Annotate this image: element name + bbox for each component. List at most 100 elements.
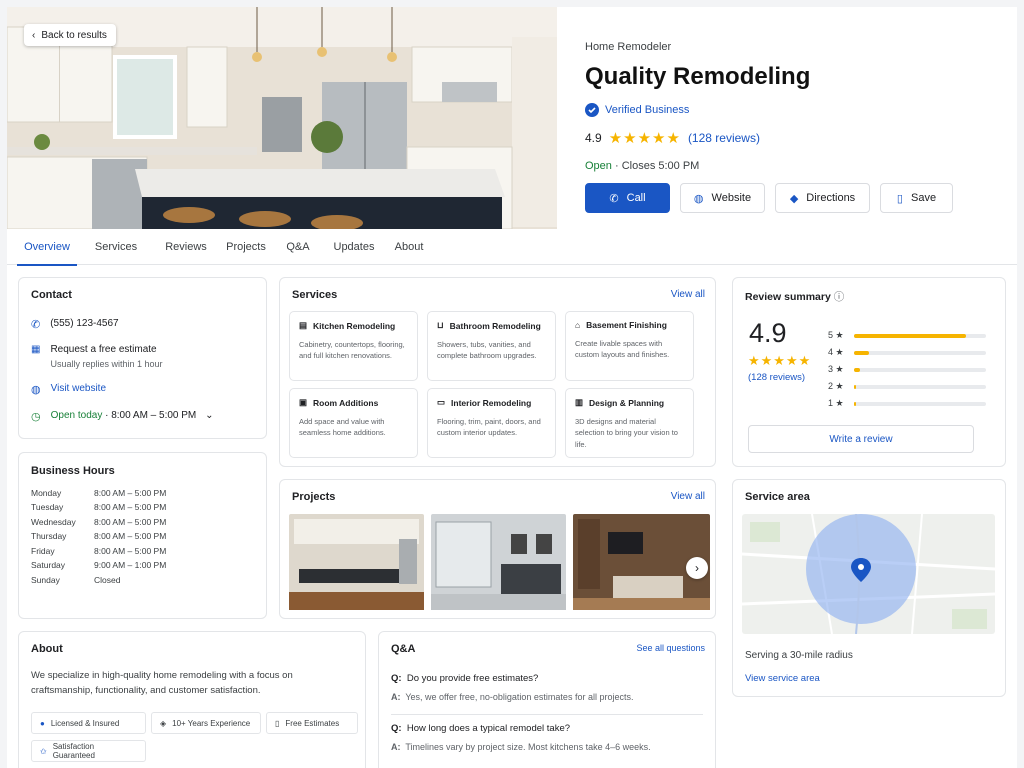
tab-qa[interactable]: Q&A bbox=[283, 229, 313, 265]
service-name: Design & Planning bbox=[589, 397, 665, 408]
chevron-down-icon: ⌄ bbox=[205, 410, 214, 421]
document-icon: ▯ bbox=[275, 718, 280, 728]
contact-website-row[interactable]: ◍ Visit website bbox=[31, 383, 106, 396]
badge-satisfaction: ✩ Satisfaction Guaranteed bbox=[31, 740, 146, 762]
star-badge-icon: ✩ bbox=[40, 746, 47, 756]
business-hours-card: Business Hours Monday 8:00 AM – 5:00 PM T… bbox=[18, 452, 267, 619]
estimate-label: Request a free estimate bbox=[50, 344, 157, 355]
rating-bar-fill bbox=[853, 384, 857, 389]
service-tile[interactable]: ▥ Design & Planning 3D designs and materia… bbox=[565, 388, 694, 458]
hero-photo: ‹ Back to results bbox=[7, 7, 557, 229]
phone-icon: ✆ bbox=[609, 192, 619, 205]
reviews-link[interactable]: (128 reviews) bbox=[688, 131, 760, 145]
time: 9:00 AM – 1:00 PM bbox=[94, 560, 167, 570]
hours-title: Business Hours bbox=[31, 465, 115, 477]
info-icon: ⓘ bbox=[833, 291, 845, 303]
back-label: Back to results bbox=[41, 29, 107, 41]
paint-roller-icon: ▭ bbox=[437, 397, 446, 407]
rating-bar-row: 1 ★ bbox=[828, 398, 986, 409]
open-status: Open · Closes 5:00 PM bbox=[585, 160, 1005, 172]
review-count-link[interactable]: (128 reviews) bbox=[748, 372, 805, 383]
globe-icon: ◍ bbox=[31, 384, 41, 396]
qa-title: Q&A bbox=[391, 643, 416, 655]
service-area-map[interactable] bbox=[742, 514, 995, 634]
badge-licensed: ● Licensed & Insured bbox=[31, 712, 146, 734]
contact-phone-row[interactable]: ✆ (555) 123-4567 bbox=[31, 318, 119, 331]
call-button[interactable]: ✆ Call bbox=[585, 183, 670, 213]
rating-bar-track bbox=[853, 350, 986, 355]
qa-item[interactable]: Q: How long does a typical remodel take?… bbox=[391, 723, 651, 752]
tab-overview[interactable]: Overview bbox=[7, 229, 87, 266]
verified-label: Verified Business bbox=[605, 104, 690, 116]
about-title: About bbox=[31, 643, 63, 655]
services-view-all-link[interactable]: View all bbox=[671, 289, 705, 300]
view-service-area-link[interactable]: View service area bbox=[745, 673, 820, 684]
website-link: Visit website bbox=[50, 383, 107, 394]
carousel-next-button[interactable]: › bbox=[686, 557, 708, 579]
rating-bar-label: 4 ★ bbox=[828, 347, 844, 357]
rating-bar-label: 3 ★ bbox=[828, 364, 844, 374]
service-tile[interactable]: ⌂ Basement Finishing Create livable spaces… bbox=[565, 311, 694, 381]
projects-view-all-link[interactable]: View all bbox=[671, 491, 705, 502]
see-all-questions-link[interactable]: See all questions bbox=[636, 643, 705, 653]
service-area-card: Service area Serving a 30-mile radius Vi… bbox=[732, 479, 1006, 697]
rating-bar-fill bbox=[853, 333, 966, 338]
write-review-button[interactable]: Write a review bbox=[748, 425, 974, 453]
star-rating-icon: ★★★★★ bbox=[748, 353, 812, 368]
tab-projects[interactable]: Projects bbox=[221, 229, 271, 265]
closes-label: · Closes 5:00 PM bbox=[614, 160, 700, 172]
answer: Timelines vary by project size. Most kit… bbox=[405, 742, 651, 752]
tab-services[interactable]: Services bbox=[91, 229, 141, 265]
divider bbox=[391, 714, 703, 715]
website-button[interactable]: ◍ Website bbox=[680, 183, 765, 213]
save-button[interactable]: ▯ Save bbox=[880, 183, 953, 213]
rating-bar-fill bbox=[853, 401, 857, 406]
back-to-results-button[interactable]: ‹ Back to results bbox=[24, 24, 116, 46]
service-tile[interactable]: ▭ Interior Remodeling Flooring, trim, pain… bbox=[427, 388, 556, 458]
time: 8:00 AM – 5:00 PM bbox=[94, 546, 167, 556]
tab-reviews[interactable]: Reviews bbox=[161, 229, 211, 265]
service-name: Kitchen Remodeling bbox=[313, 320, 396, 331]
chevron-left-icon: ‹ bbox=[32, 29, 36, 41]
directions-button[interactable]: ◆ Directions bbox=[775, 183, 870, 213]
rating-bar-label: 5 ★ bbox=[828, 330, 844, 340]
service-tile[interactable]: ▣ Room Additions Add space and value with … bbox=[289, 388, 418, 458]
time: 8:00 AM – 5:00 PM bbox=[94, 517, 167, 527]
business-info: Home Remodeler Quality Remodeling Verifi… bbox=[585, 41, 1005, 213]
contact-hours-row[interactable]: ◷ Open today · 8:00 AM – 5:00 PM ⌄ bbox=[31, 410, 213, 423]
hours-row: Saturday 9:00 AM – 1:00 PM bbox=[31, 560, 166, 570]
time: 8:00 AM – 5:00 PM bbox=[94, 488, 167, 498]
contact-estimate-row[interactable]: ▦ Request a free estimate Usually replie… bbox=[31, 344, 163, 369]
day: Monday bbox=[31, 488, 62, 498]
directions-icon: ◆ bbox=[789, 192, 799, 205]
service-desc: Cabinetry, countertops, flooring, and fu… bbox=[299, 340, 405, 361]
day: Sunday bbox=[31, 575, 60, 585]
qa-item[interactable]: Q: Do you provide free estimates? A: Yes… bbox=[391, 673, 633, 702]
about-text: We specialize in high-quality home remod… bbox=[31, 670, 293, 696]
projects-card: Projects View all › bbox=[279, 479, 716, 619]
service-area-title: Service area bbox=[745, 491, 810, 503]
business-name: Quality Remodeling bbox=[585, 63, 811, 90]
badge-label: 10+ Years Experience bbox=[172, 718, 251, 728]
service-desc: Showers, tubs, vanities, and complete ba… bbox=[437, 340, 537, 361]
rating-bar-track bbox=[853, 367, 986, 372]
service-tile[interactable]: ⊔ Bathroom Remodeling Showers, tubs, vanit… bbox=[427, 311, 556, 381]
rating-row: 4.9 ★★★★★ (128 reviews) bbox=[585, 129, 1005, 147]
question: How long does a typical remodel take? bbox=[406, 723, 571, 734]
day: Friday bbox=[31, 546, 55, 556]
rating-bar-row: 3 ★ bbox=[828, 364, 986, 375]
project-photos bbox=[289, 514, 710, 610]
review-summary-title: Review summary ⓘ bbox=[745, 289, 844, 304]
save-label: Save bbox=[910, 192, 937, 204]
tab-bar: Overview Services Reviews Projects Q&A U… bbox=[7, 229, 1017, 266]
projects-title: Projects bbox=[292, 491, 336, 503]
contact-card: Contact ✆ (555) 123-4567 ▦ Request a fre… bbox=[18, 277, 267, 439]
service-tile[interactable]: ▤ Kitchen Remodeling Cabinetry, countertop… bbox=[289, 311, 418, 381]
services-card: Services View all ▤ Kitchen Remodeling Cab… bbox=[279, 277, 716, 467]
badge-free-estimates: ▯ Free Estimates bbox=[266, 712, 358, 734]
rating-bar-row: 2 ★ bbox=[828, 381, 986, 392]
tab-about[interactable]: About bbox=[389, 229, 429, 265]
day: Thursday bbox=[31, 531, 67, 541]
website-label: Website bbox=[711, 192, 752, 204]
tab-updates[interactable]: Updates bbox=[329, 229, 379, 265]
